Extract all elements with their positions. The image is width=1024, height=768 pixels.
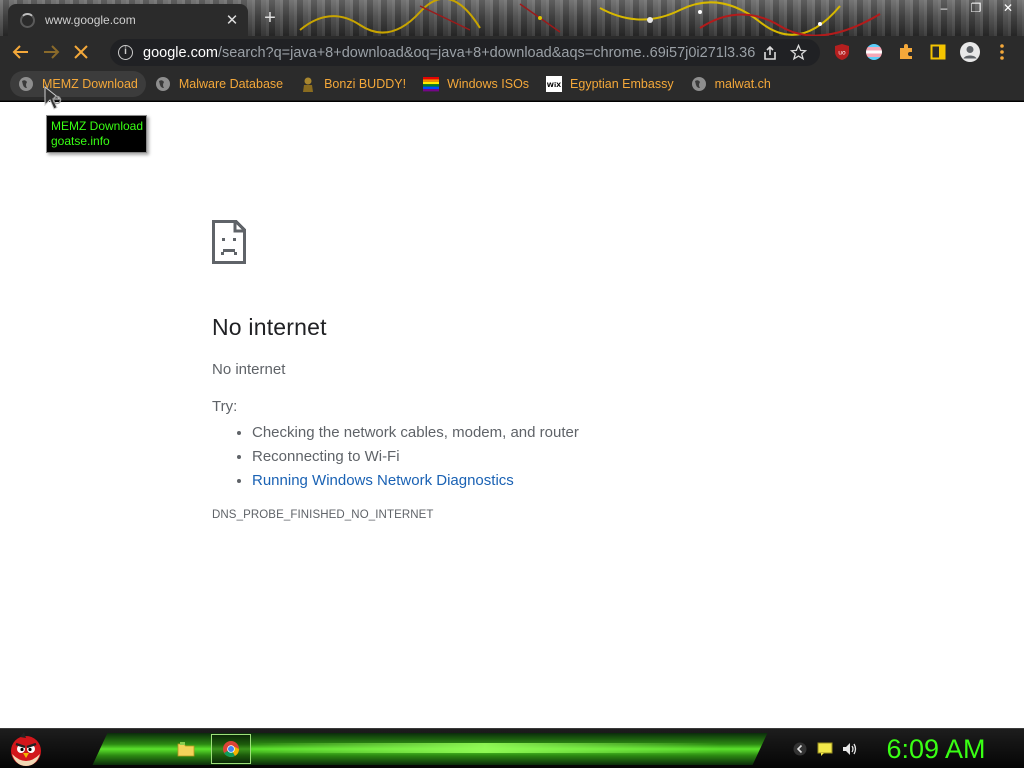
taskbar: 6:09 AM (0, 728, 1024, 768)
wix-icon: WiX (546, 76, 563, 92)
url-path: /search?q=java+8+download&oq=java+8+down… (217, 44, 756, 61)
start-angry-bird-icon (11, 732, 41, 766)
close-window-button[interactable]: ✕ (992, 0, 1024, 18)
chrome-menu-button[interactable] (990, 40, 1014, 64)
address-bar[interactable]: i google.com/search?q=java+8+download&oq… (110, 39, 820, 66)
profile-icon (960, 42, 980, 62)
back-button[interactable] (6, 37, 36, 67)
profile-button[interactable] (958, 40, 982, 64)
suggestion-item: Reconnecting to Wi-Fi (252, 445, 812, 469)
bookmark-label: Windows ISOs (447, 77, 530, 91)
bookmark-malwatch[interactable]: malwat.ch (683, 71, 779, 97)
puzzle-icon (900, 44, 912, 59)
suggestion-item: Running Windows Network Diagnostics (252, 469, 812, 493)
bookmark-label: Egyptian Embassy (570, 77, 674, 91)
network-diagnostics-link[interactable]: Running Windows Network Diagnostics (252, 472, 514, 489)
bookmark-memz-download[interactable]: MEMZ Download (10, 71, 146, 97)
suggestions-list: Checking the network cables, modem, and … (252, 421, 812, 493)
ublock-button[interactable]: uo (830, 40, 854, 64)
flag-extension-icon (866, 44, 882, 60)
bookmark-windows-isos[interactable]: Windows ISOs (415, 71, 537, 97)
stop-button[interactable] (66, 37, 96, 67)
tooltip-title: MEMZ Download (51, 119, 144, 133)
bookmark-label: Malware Database (178, 77, 284, 91)
minimize-button[interactable]: – (928, 0, 960, 18)
error-subtitle: No internet (212, 361, 286, 378)
loading-spinner-icon (20, 12, 35, 28)
globe-icon (18, 76, 34, 92)
menu-icon (1000, 44, 1004, 60)
explorer-folder-icon (177, 742, 195, 757)
tray-message-button[interactable] (815, 739, 835, 759)
svg-text:uo: uo (838, 50, 846, 57)
arrow-left-icon (12, 45, 28, 59)
tab-strip: www.google.com ✕ + – ❐ ✕ (0, 0, 1024, 36)
sidepanel-icon (930, 44, 946, 60)
taskbar-chrome[interactable] (211, 734, 251, 764)
windows-stripes-icon (423, 76, 440, 92)
volume-icon (843, 743, 857, 755)
taskbar-file-explorer[interactable] (166, 734, 206, 764)
bookmark-malware-database[interactable]: Malware Database (147, 71, 291, 97)
suggestion-item: Checking the network cables, modem, and … (252, 421, 812, 445)
bookmark-label: malwat.ch (714, 77, 771, 91)
chrome-icon (223, 741, 239, 757)
browser-toolbar: i google.com/search?q=java+8+download&oq… (0, 36, 1024, 68)
url-text[interactable]: google.com/search?q=java+8+download&oq=j… (143, 45, 756, 61)
volume-button[interactable] (840, 739, 860, 759)
globe-icon (691, 76, 707, 92)
tab-title: www.google.com (45, 13, 136, 27)
page-content: No internet No internet Try: Checking th… (0, 102, 1024, 728)
share-icon (764, 45, 776, 60)
tab-close-icon[interactable]: ✕ (224, 11, 240, 29)
extensions-button[interactable] (894, 40, 918, 64)
taskbar-clock[interactable]: 6:09 AM (876, 732, 996, 766)
arrow-right-icon (44, 45, 60, 59)
bonzi-icon (300, 76, 316, 92)
stop-loading-icon (74, 45, 88, 59)
ublock-icon: uo (835, 44, 849, 60)
bookmarks-bar: MEMZ Download Malware Database Bonzi BUD… (0, 68, 1024, 101)
share-button[interactable] (756, 42, 784, 64)
error-container: No internet No internet Try: Checking th… (212, 220, 812, 521)
side-panel-button[interactable] (926, 40, 950, 64)
bookmark-bonzi-buddy[interactable]: Bonzi BUDDY! (292, 71, 414, 97)
tray-chevron-icon (793, 742, 807, 756)
star-icon (789, 44, 807, 61)
tray-overflow-button[interactable] (790, 739, 810, 759)
tooltip-url: goatse.info (51, 134, 110, 148)
restore-button[interactable]: ❐ (960, 0, 992, 18)
forward-button[interactable] (36, 37, 66, 67)
start-button[interactable] (6, 730, 46, 768)
flag-extension-button[interactable] (862, 40, 886, 64)
bookmark-tooltip: MEMZ Download goatse.info (46, 115, 147, 153)
try-label: Try: (212, 398, 238, 415)
mouse-cursor-icon (44, 86, 62, 110)
window-controls: – ❐ ✕ (928, 0, 1024, 18)
taskbar-glow-highlight (250, 743, 720, 753)
error-title: No internet (212, 314, 327, 340)
sad-document-icon (212, 220, 246, 264)
error-code: DNS_PROBE_FINISHED_NO_INTERNET (212, 509, 434, 521)
svg-text:WiX: WiX (547, 81, 561, 89)
info-icon[interactable]: i (118, 45, 133, 60)
tray-message-icon (817, 742, 833, 756)
bookmark-star-button[interactable] (784, 42, 812, 64)
new-tab-button[interactable]: + (258, 6, 282, 30)
globe-icon (155, 76, 171, 92)
bookmark-label: Bonzi BUDDY! (324, 77, 407, 91)
bookmark-egyptian-embassy[interactable]: WiX Egyptian Embassy (538, 71, 682, 97)
url-host: google.com (143, 44, 218, 61)
browser-tab[interactable]: www.google.com ✕ (8, 4, 248, 36)
